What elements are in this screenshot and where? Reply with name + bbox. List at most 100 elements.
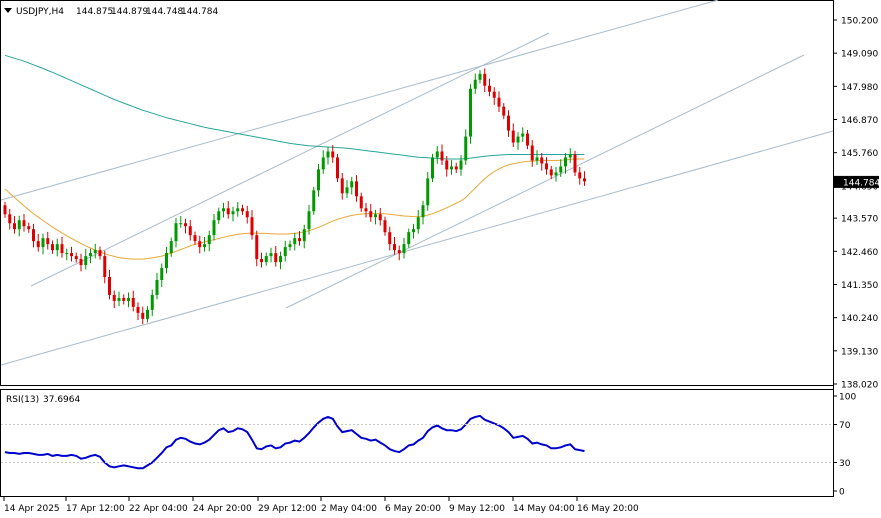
candle-body <box>27 226 31 230</box>
candle-body <box>374 214 377 218</box>
candle-body <box>568 154 572 158</box>
candle-body <box>535 157 539 161</box>
candle-body <box>426 178 430 206</box>
candle-body <box>279 256 282 263</box>
candle-body <box>573 154 577 173</box>
candle-body <box>32 229 35 242</box>
main-panel-border <box>0 0 834 386</box>
price-tick-label: 141.350 <box>841 281 878 291</box>
trendline <box>0 0 719 201</box>
candle-body <box>526 133 529 146</box>
candle-body <box>583 178 586 182</box>
price-tick-label: 145.760 <box>841 149 878 159</box>
candle-body <box>131 297 135 307</box>
candle-body <box>331 151 335 158</box>
candle-body <box>502 106 506 116</box>
candle-body <box>416 217 420 230</box>
candle-body <box>336 157 339 179</box>
candle-body <box>179 223 183 225</box>
time-tick-label: 24 Apr 20:00 <box>193 504 252 514</box>
candle-body <box>530 145 534 161</box>
time-tick-label: 14 Apr 2025 <box>4 504 60 514</box>
candle-body <box>255 235 259 260</box>
dropdown-triangle-icon[interactable] <box>4 8 12 13</box>
candle-body <box>193 235 197 242</box>
candle-body <box>307 211 311 230</box>
candle-body <box>41 238 45 248</box>
low-value: 144.748 <box>146 7 183 17</box>
candle-body <box>117 297 121 301</box>
candle-body <box>359 196 363 209</box>
candle-body <box>55 244 59 251</box>
candle-body <box>13 223 16 230</box>
candle-body <box>174 223 178 242</box>
candle-body <box>260 259 263 263</box>
candle-body <box>302 229 306 242</box>
candle-body <box>141 312 145 319</box>
candle-body <box>298 238 301 242</box>
candle-body <box>478 73 482 80</box>
candle-body <box>578 172 582 179</box>
chart-header: USDJPY,H4 144.875 144.879 144.748 144.78… <box>4 7 218 17</box>
candle-body <box>150 294 154 310</box>
candles <box>3 68 586 325</box>
candle-body <box>103 256 107 278</box>
time-tick-label: 2 May 04:00 <box>321 504 377 514</box>
candle-body <box>17 220 21 230</box>
candle-body <box>245 211 249 218</box>
candle-body <box>274 253 278 263</box>
candle-body <box>188 226 192 236</box>
candle-body <box>65 253 69 255</box>
candle-body <box>321 157 325 170</box>
candle-body <box>155 280 159 295</box>
time-tick-label: 29 Apr 12:00 <box>258 504 317 514</box>
time-tick-label: 22 Apr 04:00 <box>129 504 188 514</box>
candle-body <box>217 211 221 221</box>
candle-body <box>312 190 316 212</box>
candle-body <box>473 79 477 89</box>
time-tick-label: 17 Apr 12:00 <box>66 504 125 514</box>
candle-body <box>469 88 472 137</box>
symbol-label: USDJPY,H4 <box>16 7 64 17</box>
candle-body <box>459 160 463 170</box>
candle-body <box>383 220 387 233</box>
candle-body <box>355 181 358 197</box>
ma-slow-line <box>4 54 585 160</box>
candle-body <box>492 91 496 98</box>
candle-body <box>559 166 563 173</box>
candle-body <box>345 187 349 194</box>
candle-body <box>60 244 64 254</box>
candle-body <box>127 297 130 301</box>
candle-body <box>340 178 344 194</box>
open-value: 144.875 <box>76 7 113 17</box>
candle-body <box>288 244 292 248</box>
time-tick-label: 16 May 20:00 <box>577 504 639 514</box>
candle-body <box>84 256 88 266</box>
candle-body <box>74 256 78 260</box>
candle-body <box>79 259 83 266</box>
candle-body <box>388 232 392 245</box>
rsi-tick-label: 70 <box>839 421 851 431</box>
candle-body <box>497 97 501 107</box>
candle-body <box>264 256 268 263</box>
trendlines <box>0 0 834 366</box>
price-tick-label: 143.570 <box>841 215 878 225</box>
candle-body <box>412 229 415 233</box>
candle-body <box>46 238 50 245</box>
price-tick-label: 139.130 <box>841 347 878 357</box>
price-tick-label: 142.460 <box>841 248 878 258</box>
candle-body <box>269 253 273 257</box>
candle-body <box>236 208 240 212</box>
candle-body <box>564 157 567 167</box>
candle-body <box>545 163 548 170</box>
candle-body <box>483 73 487 86</box>
candle-body <box>89 253 92 257</box>
price-tick-label: 140.240 <box>841 314 878 324</box>
candle-body <box>421 205 425 218</box>
candle-body <box>402 244 406 254</box>
rsi-tick-label: 0 <box>839 488 845 498</box>
candle-body <box>511 130 515 143</box>
price-tick-label: 149.090 <box>841 50 878 60</box>
candle-body <box>93 250 97 254</box>
candle-body <box>378 214 382 221</box>
